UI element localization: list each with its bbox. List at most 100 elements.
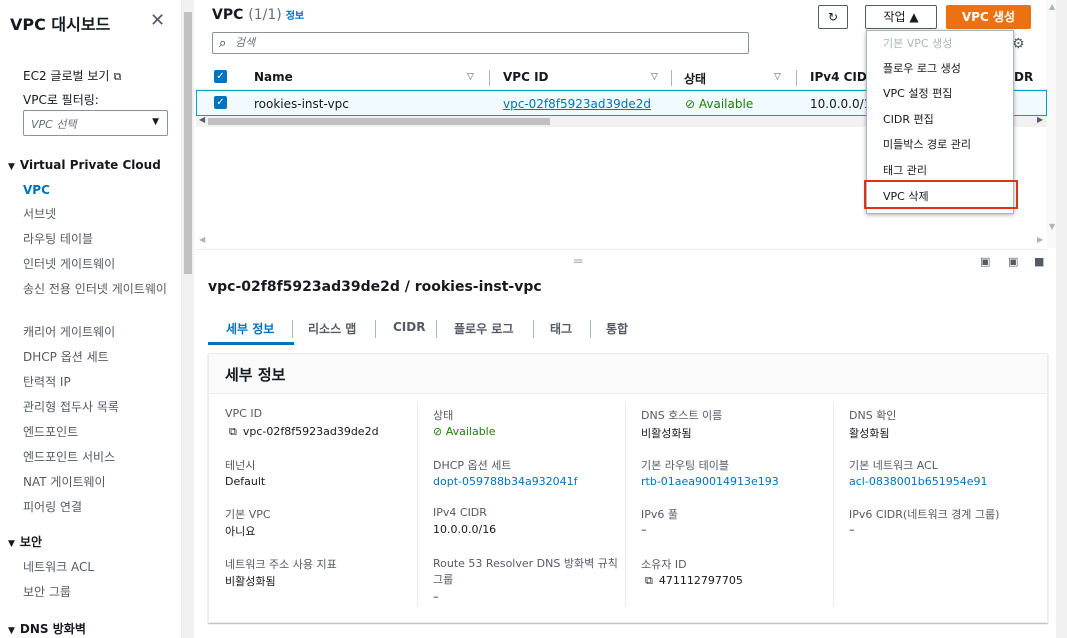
menu-item-edit-vpc-settings[interactable]: VPC 설정 편집 — [883, 85, 952, 101]
row-cidr: 10.0.0.0/1 — [810, 97, 872, 111]
refresh-button[interactable]: ↻ — [818, 5, 848, 29]
scroll-left-icon[interactable]: ◀ — [199, 235, 205, 244]
section-virtual-private-cloud[interactable]: ▼ Virtual Private Cloud — [8, 158, 161, 172]
sidebar-item-route-tables[interactable]: 라우팅 테이블 — [23, 231, 173, 247]
column-vpc-id[interactable]: VPC ID ▽ — [503, 70, 658, 84]
vpc-id-value: ⧉ vpc-02f8f5923ad39de2d — [229, 425, 379, 438]
column-partial: DR — [1014, 70, 1034, 84]
dns-resolution-value: 활성화됨 — [849, 427, 890, 440]
page-scrollbar[interactable] — [1056, 0, 1067, 638]
main-network-acl-link[interactable]: acl-0838001b651954e91 — [849, 475, 988, 488]
main-route-table-link[interactable]: rtb-01aea90014913e193 — [641, 475, 779, 488]
sidebar-item-peering-connections[interactable]: 피어링 연결 — [23, 499, 173, 515]
tab-integrations[interactable]: 통합 — [606, 320, 628, 337]
column-divider — [796, 70, 797, 86]
detail-title: vpc-02f8f5923ad39de2d / rookies-inst-vpc — [208, 279, 542, 295]
column-name[interactable]: Name ▽ — [254, 70, 474, 84]
tab-details[interactable]: 세부 정보 — [226, 320, 274, 337]
menu-item-manage-middlebox-routes[interactable]: 미들박스 경로 관리 — [883, 136, 971, 152]
tab-separator — [533, 320, 534, 338]
menu-item-create-flow-log[interactable]: 플로우 로그 생성 — [883, 60, 961, 76]
row-checkbox[interactable]: ✓ — [214, 96, 227, 109]
tab-resource-map[interactable]: 리소스 맵 — [308, 320, 356, 337]
section-dns-firewall[interactable]: ▼ DNS 방화벽 — [8, 620, 86, 637]
column-divider — [671, 70, 672, 86]
tab-separator — [292, 320, 293, 338]
network-address-usage-label: 네트워크 주소 사용 지표 — [225, 558, 337, 571]
sidebar-item-egress-only-igw[interactable]: 송신 전용 인터넷 게이트웨이 — [23, 281, 173, 297]
ipv6-cidr-value: – — [849, 523, 855, 536]
sidebar-scrollbar[interactable] — [182, 0, 194, 638]
dhcp-link[interactable]: dopt-059788b34a932041f — [433, 475, 578, 488]
scrollbar-thumb[interactable] — [184, 12, 192, 274]
vpc-filter-select[interactable]: VPC 선택 ▼ — [23, 110, 168, 136]
ipv6-cidr-label: IPv6 CIDR(네트워크 경계 그룹) — [849, 508, 1000, 521]
create-vpc-button[interactable]: VPC 생성 — [946, 5, 1031, 29]
default-vpc-value: 아니요 — [225, 525, 256, 538]
ipv4-cidr-label: IPv4 CIDR — [433, 506, 487, 519]
layout-bottom-icon[interactable]: ▣ — [980, 255, 990, 268]
menu-item-create-default-vpc: 기본 VPC 생성 — [883, 37, 953, 50]
sidebar-item-carrier-gateways[interactable]: 캐리어 게이트웨이 — [23, 324, 173, 340]
sort-icon[interactable]: ▽ — [651, 72, 658, 82]
sidebar-item-internet-gateways[interactable]: 인터넷 게이트웨이 — [23, 256, 173, 272]
menu-item-manage-tags[interactable]: 태그 관리 — [883, 162, 927, 178]
column-divider — [833, 402, 834, 607]
sidebar-item-endpoints[interactable]: 엔드포인트 — [23, 424, 173, 440]
main-network-acl-label: 기본 네트워크 ACL — [849, 459, 938, 472]
layout-full-icon[interactable]: ■ — [1034, 255, 1044, 268]
tab-flow-logs[interactable]: 플로우 로그 — [454, 320, 513, 337]
panel-title: 세부 정보 — [225, 366, 286, 384]
sidebar-item-managed-prefix-lists[interactable]: 관리형 접두사 목록 — [23, 399, 173, 415]
panel-header: 세부 정보 — [209, 354, 1047, 394]
row-vpc-id-link[interactable]: vpc-02f8f5923ad39de2d — [503, 97, 651, 111]
scroll-left-icon[interactable]: ◀ — [199, 115, 205, 124]
layout-side-icon[interactable]: ▣ — [1008, 255, 1018, 268]
sort-icon[interactable]: ▽ — [467, 72, 474, 82]
select-all-checkbox[interactable]: ✓ — [214, 70, 227, 83]
copy-icon[interactable]: ⧉ — [645, 574, 653, 587]
sidebar-item-dhcp-option-sets[interactable]: DHCP 옵션 세트 — [23, 349, 173, 365]
ec2-global-view-link[interactable]: EC2 글로벌 보기 ⧉ — [23, 67, 121, 84]
menu-item-edit-cidrs[interactable]: CIDR 편집 — [883, 111, 934, 127]
sidebar-item-subnets[interactable]: 서브넷 — [23, 206, 173, 222]
sidebar-item-network-acls[interactable]: 네트워크 ACL — [23, 559, 173, 575]
ipv6-pool-value: – — [641, 523, 647, 536]
ipv4-cidr-value: 10.0.0.0/16 — [433, 523, 497, 536]
column-divider — [489, 70, 490, 86]
sidebar-item-security-groups[interactable]: 보안 그룹 — [23, 584, 173, 600]
tab-separator — [436, 320, 437, 338]
info-link[interactable]: 정보 — [286, 11, 304, 22]
close-icon[interactable]: ✕ — [150, 10, 165, 31]
search-icon: ⌕ — [219, 36, 227, 51]
section-security[interactable]: ▼ 보안 — [8, 533, 42, 550]
sidebar-item-nat-gateways[interactable]: NAT 게이트웨이 — [23, 474, 173, 490]
tab-cidr[interactable]: CIDR — [393, 320, 425, 334]
search-input[interactable]: ⌕ 검색 — [212, 32, 749, 54]
page-title: VPC (1/1) 정보 — [212, 7, 305, 23]
sidebar-title: VPC 대시보드 — [10, 15, 111, 34]
scroll-right-icon[interactable]: ▶ — [1037, 115, 1043, 124]
scrollbar-thumb[interactable] — [208, 118, 550, 125]
sidebar-item-vpc[interactable]: VPC — [23, 182, 173, 198]
column-status[interactable]: 상태 ▽ — [684, 70, 781, 87]
scroll-down-icon[interactable]: ▼ — [1049, 222, 1055, 231]
drag-handle-icon[interactable]: ═ — [574, 254, 583, 270]
copy-icon[interactable]: ⧉ — [229, 425, 237, 438]
scroll-right-icon[interactable]: ▶ — [1037, 235, 1043, 244]
split-divider — [196, 249, 1047, 250]
actions-button[interactable]: 작업 ▲ — [865, 5, 937, 29]
details-panel: 세부 정보 VPC ID ⧉ vpc-02f8f5923ad39de2d 테넌시 … — [208, 353, 1048, 623]
sidebar-item-endpoint-services[interactable]: 엔드포인트 서비스 — [23, 449, 173, 465]
vpc-id-label: VPC ID — [225, 407, 263, 420]
tab-separator — [590, 320, 591, 338]
sidebar-item-elastic-ips[interactable]: 탄력적 IP — [23, 374, 173, 390]
caret-down-icon: ▼ — [8, 539, 15, 549]
tab-tags[interactable]: 태그 — [550, 320, 572, 337]
sort-icon[interactable]: ▽ — [774, 72, 781, 82]
owner-id-value: ⧉ 471112797705 — [645, 574, 743, 587]
dhcp-label: DHCP 옵션 세트 — [433, 459, 512, 472]
default-vpc-label: 기본 VPC — [225, 508, 271, 521]
pane-horizontal-scrollbar[interactable]: ◀ ▶ — [196, 235, 1047, 247]
scroll-up-icon[interactable]: ▲ — [1049, 2, 1055, 11]
